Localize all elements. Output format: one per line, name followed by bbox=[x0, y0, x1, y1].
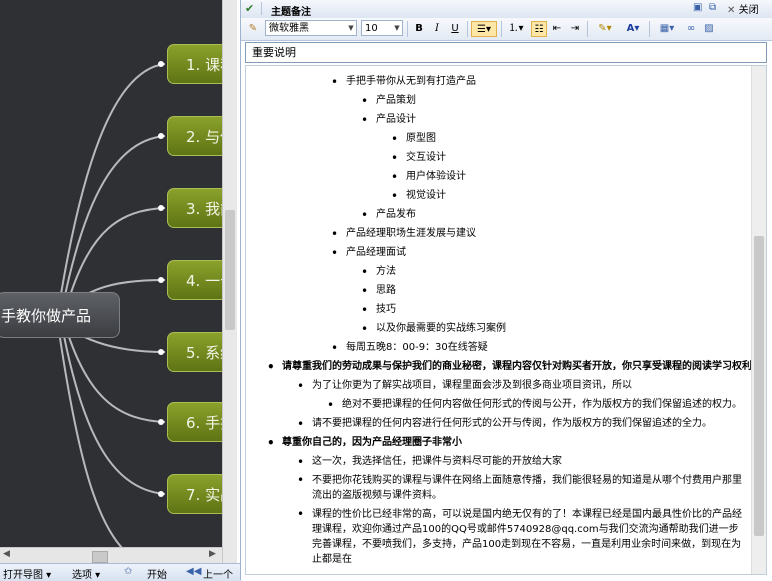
list-item: 思路 bbox=[361, 284, 396, 298]
notes-panel: ✔ 主题备注 ▣ ⧉ ✕ 关闭 ✎ 微软雅黑 ▼ 10 ▼ B I U ☰▾ ⒈▾ … bbox=[240, 0, 772, 580]
canvas-horizontal-scrollbar[interactable]: ◀ ▶ bbox=[0, 547, 222, 563]
options-button[interactable]: 选项 ▾ bbox=[72, 566, 100, 581]
star-icon[interactable]: ✩ bbox=[124, 566, 132, 577]
list-item: 交互设计 bbox=[391, 151, 446, 165]
list-item: 课程的性价比已经非常的高，可以说是国内绝无仅有的了！本课程已经是国内最具性价比的… bbox=[297, 507, 746, 567]
prev-button[interactable]: 上一个 bbox=[203, 566, 233, 581]
list-item: 方法 bbox=[361, 265, 396, 279]
close-button[interactable]: ✕ 关闭 bbox=[727, 1, 759, 16]
mindmap-branch-4[interactable]: 4. 一个 bbox=[167, 260, 222, 300]
mindmap-branch-3[interactable]: 3. 我能 bbox=[167, 188, 222, 228]
increase-indent-button[interactable]: ⇥ bbox=[567, 21, 583, 37]
canvas-vertical-scrollbar[interactable] bbox=[222, 0, 237, 563]
list-item: 用户体验设计 bbox=[391, 170, 466, 184]
panel-title: 主题备注 bbox=[271, 7, 311, 18]
format-painter-icon[interactable]: ✎ bbox=[245, 21, 261, 37]
italic-button[interactable]: I bbox=[429, 21, 445, 37]
list-item: 尊重你自己的，因为产品经理圈子非常小 bbox=[267, 436, 462, 450]
open-map-button[interactable]: 打开导图 ▾ bbox=[3, 566, 51, 581]
list-item: 产品经理职场生涯发展与建议 bbox=[331, 227, 476, 241]
scroll-right-icon[interactable]: ▶ bbox=[209, 549, 216, 559]
dock-icon[interactable]: ▣ bbox=[693, 2, 702, 13]
mindmap-canvas[interactable]: 1. 课程 2. 与你 3. 我能 4. 一个 5. 系统 6. 手把 7. 实… bbox=[0, 0, 222, 563]
bottom-toolbar: 打开导图 ▾ 选项 ▾ ✩ 开始 ◀◀ 上一个 bbox=[0, 563, 242, 581]
scrollbar-thumb[interactable] bbox=[754, 236, 764, 536]
decrease-indent-button[interactable]: ⇤ bbox=[549, 21, 565, 37]
table-icon[interactable]: ▦▾ bbox=[655, 21, 679, 37]
mindmap-branch-1[interactable]: 1. 课程 bbox=[167, 44, 222, 84]
subject-field[interactable]: 重要说明 bbox=[245, 42, 767, 63]
notes-check-icon[interactable]: ✔ bbox=[245, 2, 254, 15]
format-toolbar: ✎ 微软雅黑 ▼ 10 ▼ B I U ☰▾ ⒈▾ ☷ ⇤ ⇥ ✎▾ A▾ ▦▾ ∞… bbox=[241, 18, 772, 41]
mindmap-root-topic[interactable]: 手教你做产品 bbox=[0, 292, 120, 338]
chevron-down-icon: ▼ bbox=[348, 24, 354, 32]
list-item: 请不要把课程的任何内容进行任何形式的公开与传阅，作为版权方的我们保留追述的全力。 bbox=[297, 417, 712, 431]
font-color-button[interactable]: A▾ bbox=[621, 21, 645, 37]
start-button[interactable]: 开始 bbox=[147, 566, 167, 581]
float-icon[interactable]: ⧉ bbox=[709, 2, 716, 13]
list-item: 产品经理面试 bbox=[331, 246, 406, 260]
chevron-down-icon: ▼ bbox=[394, 24, 400, 32]
prev-icon[interactable]: ◀◀ bbox=[186, 566, 201, 577]
list-item: 为了让你更为了解实战项目，课程里面会涉及到很多商业项目资讯，所以 bbox=[297, 379, 632, 393]
list-item: 绝对不要把课程的任何内容做任何形式的传阅与公开，作为版权方的我们保留追述的权力。 bbox=[327, 398, 742, 412]
list-item: 产品设计 bbox=[361, 113, 416, 127]
list-item: 以及你最需要的实战练习案例 bbox=[361, 322, 506, 336]
highlight-color-button[interactable]: ✎▾ bbox=[593, 21, 617, 37]
list-item: 产品发布 bbox=[361, 208, 416, 222]
image-icon[interactable]: ▨ bbox=[701, 21, 717, 37]
mindmap-branch-2[interactable]: 2. 与你 bbox=[167, 116, 222, 156]
list-item: 不要把你花钱购买的课程与课件在网络上面随意传播，我们能很轻易的知道是从哪个付费用… bbox=[297, 473, 746, 503]
list-item: 请尊重我们的劳动成果与保护我们的商业秘密，课程内容仅针对购买者开放，你只享受课程… bbox=[267, 360, 752, 374]
scrollbar-thumb[interactable] bbox=[225, 210, 235, 330]
list-item: 这一次，我选择信任，把课件与资料尽可能的开放给大家 bbox=[297, 455, 562, 469]
list-item: 视觉设计 bbox=[391, 189, 446, 203]
align-left-button[interactable]: ☰▾ bbox=[471, 21, 497, 37]
notes-titlebar: ✔ 主题备注 ▣ ⧉ ✕ 关闭 bbox=[241, 0, 772, 19]
scroll-left-icon[interactable]: ◀ bbox=[3, 549, 10, 559]
list-item: 产品策划 bbox=[361, 94, 416, 108]
font-family-select[interactable]: 微软雅黑 ▼ bbox=[265, 20, 357, 36]
scrollbar-thumb[interactable] bbox=[92, 551, 108, 563]
mindmap-branch-7[interactable]: 7. 实战 bbox=[167, 474, 222, 514]
list-item: 每周五晚8：00-9：30在线答疑 bbox=[331, 341, 488, 355]
notes-editor[interactable]: 手把手带你从无到有打造产品 产品策划 产品设计 原型图 交互设计 用户体验设计 … bbox=[245, 65, 767, 575]
mindmap-branch-6[interactable]: 6. 手把 bbox=[167, 402, 222, 442]
link-icon[interactable]: ∞ bbox=[683, 21, 699, 37]
bullet-list-button[interactable]: ☷ bbox=[531, 21, 547, 37]
bold-button[interactable]: B bbox=[411, 21, 427, 37]
list-item: 手把手带你从无到有打造产品 bbox=[331, 75, 476, 89]
editor-vertical-scrollbar[interactable] bbox=[751, 66, 766, 574]
font-size-select[interactable]: 10 ▼ bbox=[361, 20, 403, 36]
list-item: 技巧 bbox=[361, 303, 396, 317]
list-item: 原型图 bbox=[391, 132, 436, 146]
mindmap-branch-5[interactable]: 5. 系统 bbox=[167, 332, 222, 372]
underline-button[interactable]: U bbox=[447, 21, 463, 37]
numbered-list-button[interactable]: ⒈▾ bbox=[505, 21, 527, 37]
